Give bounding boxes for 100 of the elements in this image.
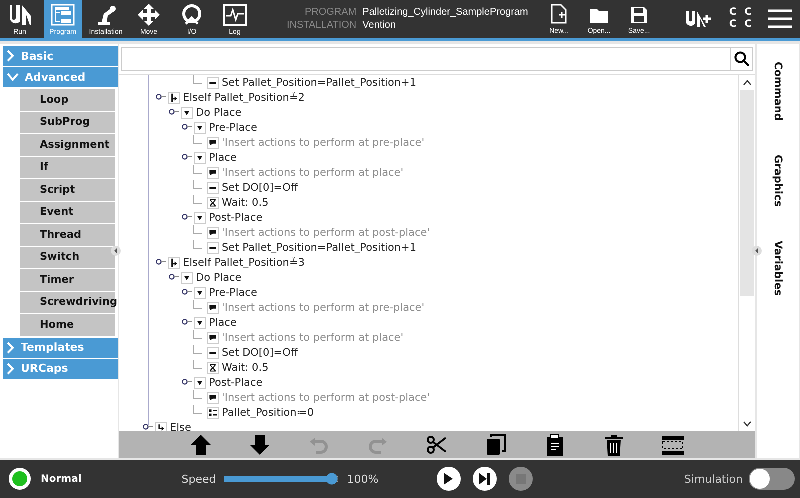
tree-pin-icon[interactable] <box>169 274 179 281</box>
program-name: Palletizing_Cylinder_SampleProgram <box>362 6 528 19</box>
command-item[interactable]: Thread <box>20 224 115 246</box>
chevron-right-icon <box>7 50 15 62</box>
urplus-logo-icon[interactable] <box>685 9 714 29</box>
log-graph-icon <box>223 4 247 26</box>
step-button[interactable] <box>472 467 497 491</box>
program-node[interactable]: Wait: 0.5 <box>222 196 269 208</box>
program-node[interactable]: ElseIf Pallet_Position≟3 <box>183 256 305 268</box>
io-dial-icon <box>180 4 204 26</box>
speech-bubble-icon <box>207 302 219 314</box>
side-tab[interactable]: Variables <box>772 240 784 296</box>
tree-pin-icon[interactable] <box>182 289 192 296</box>
program-node[interactable]: ElseIf Pallet_Position≟2 <box>183 92 305 104</box>
command-item[interactable]: Home <box>20 314 115 336</box>
step-icon <box>479 473 490 485</box>
dash-icon <box>207 242 219 254</box>
collapse-handle-icon[interactable] <box>752 245 762 257</box>
search-field[interactable] <box>121 47 753 71</box>
move-down-icon[interactable] <box>248 432 272 456</box>
simulation-toggle[interactable] <box>749 468 795 490</box>
program-node[interactable]: Post-Place <box>209 212 263 224</box>
folder-icon <box>589 6 610 24</box>
program-node[interactable]: Do Place <box>196 106 242 118</box>
copy-icon[interactable] <box>484 432 508 456</box>
program-node[interactable]: Wait: 0.5 <box>222 362 269 374</box>
speed-label: Speed <box>182 472 216 486</box>
tree-pin-icon[interactable] <box>182 319 192 326</box>
field-label: INSTALLATION <box>287 19 357 32</box>
status-letter: C <box>729 7 737 19</box>
program-node[interactable]: Set DO[0]=Off <box>222 346 298 358</box>
command-item[interactable]: Assignment <box>20 134 115 156</box>
command-item[interactable]: Screwdriving <box>20 292 115 313</box>
delete-icon[interactable] <box>602 432 626 456</box>
move-up-icon[interactable] <box>189 432 213 456</box>
speech-bubble-icon <box>207 392 219 404</box>
chevron-down-icon <box>7 72 19 82</box>
speed-reading: 100% <box>347 472 379 486</box>
speech-bubble-icon <box>207 136 219 148</box>
tree-pin-icon[interactable] <box>182 124 192 131</box>
dash-icon <box>207 182 219 194</box>
program-node[interactable]: Else <box>170 422 192 431</box>
status-letter: C <box>729 19 737 31</box>
program-node[interactable]: Set Pallet_Position=Pallet_Position+1 <box>222 76 417 88</box>
program-node[interactable]: Pallet_Position≔0 <box>222 406 314 418</box>
robot-status-icon[interactable] <box>8 467 32 491</box>
tree-pin-icon[interactable] <box>182 379 192 386</box>
play-icon <box>444 473 454 485</box>
scroll-up-icon[interactable] <box>742 80 752 86</box>
tree-pin-icon[interactable] <box>182 214 192 221</box>
new-file-icon <box>551 4 568 24</box>
scroll-down-icon[interactable] <box>742 420 752 426</box>
program-node[interactable]: Post-Place <box>209 376 263 388</box>
program-node[interactable]: Set DO[0]=Off <box>222 182 298 194</box>
command-item[interactable]: If <box>20 156 115 178</box>
command-item[interactable]: Switch <box>20 246 115 268</box>
chevron-right-icon <box>7 362 15 374</box>
tree-pin-icon[interactable] <box>182 154 192 161</box>
search-icon <box>734 51 750 67</box>
speech-bubble-icon <box>207 226 219 238</box>
command-item[interactable]: Event <box>20 202 115 223</box>
program-node[interactable]: Set Pallet_Position=Pallet_Position+1 <box>222 242 417 254</box>
scrollbar[interactable] <box>738 75 755 431</box>
command-item[interactable]: Script <box>20 179 115 200</box>
command-item[interactable]: Loop <box>20 89 115 110</box>
hourglass-icon <box>207 362 219 374</box>
speech-bubble-icon <box>207 166 219 178</box>
simulation-label: Simulation <box>684 472 743 486</box>
collapse-handle-icon[interactable] <box>111 245 121 257</box>
ur-logo-icon <box>8 4 32 26</box>
program-tree-icon <box>51 4 75 26</box>
robot-status: Normal <box>41 474 82 484</box>
command-item[interactable]: SubProg <box>20 112 115 133</box>
save-icon <box>630 6 648 24</box>
chevron-right-icon <box>7 342 15 354</box>
side-tab[interactable]: Command <box>772 62 784 121</box>
assignment-icon <box>207 406 219 418</box>
program-node[interactable]: Do Place <box>196 272 242 284</box>
installation-name: Vention <box>362 19 398 32</box>
dash-icon <box>207 76 219 88</box>
program-node[interactable]: Pre-Place <box>209 286 258 298</box>
field-label: PROGRAM <box>304 6 357 19</box>
program-node[interactable]: Place <box>209 316 237 328</box>
tree-pin-icon[interactable] <box>143 424 153 431</box>
search-button[interactable] <box>730 48 752 70</box>
move-arrows-icon <box>137 4 161 26</box>
menu-icon[interactable] <box>768 9 792 29</box>
status-letter: C <box>744 7 752 19</box>
program-node[interactable]: Place <box>209 152 237 164</box>
speech-bubble-icon <box>207 332 219 344</box>
tree-pin-icon[interactable] <box>156 259 166 266</box>
play-button[interactable] <box>436 467 461 491</box>
command-item[interactable]: Timer <box>20 269 115 290</box>
program-node[interactable]: Pre-Place <box>209 122 258 134</box>
hourglass-icon <box>207 196 219 208</box>
side-tab[interactable]: Graphics <box>772 154 784 207</box>
tree-pin-icon[interactable] <box>169 109 179 116</box>
status-letter: C <box>744 19 752 31</box>
dash-icon <box>207 346 219 358</box>
tree-pin-icon[interactable] <box>156 94 166 101</box>
